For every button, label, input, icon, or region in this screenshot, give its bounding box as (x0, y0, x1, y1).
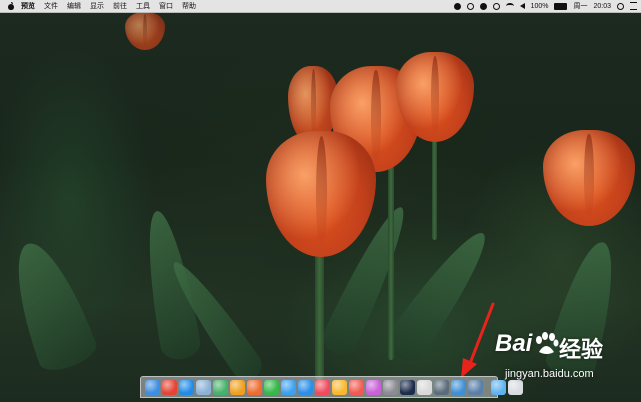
menu-tools[interactable]: 工具 (136, 1, 150, 11)
menu-help[interactable]: 帮助 (182, 1, 196, 11)
tulip-main (266, 131, 376, 257)
tulip-bg (543, 130, 635, 226)
volume-icon[interactable] (519, 3, 525, 9)
battery-icon[interactable] (554, 2, 568, 10)
dock-system-prefs-icon[interactable] (383, 379, 398, 395)
dock-dashboard-icon[interactable] (400, 379, 415, 395)
dock-font-book-icon[interactable] (434, 379, 449, 395)
dock-finder-icon[interactable] (145, 379, 160, 395)
clock-day[interactable]: 周一 (573, 1, 587, 11)
red-arrow-annotation (461, 302, 495, 378)
dock-safari-icon[interactable] (179, 379, 194, 395)
dock-game-center-icon[interactable] (366, 379, 381, 395)
menu-bar: 预览 文件 编辑 显示 前往 工具 窗口 帮助 100% 周一 20:03 (0, 0, 641, 13)
dock-qq-music-icon[interactable] (247, 379, 262, 395)
apple-icon[interactable] (7, 2, 15, 10)
clock-time[interactable]: 20:03 (593, 3, 611, 10)
tulip-bg (125, 12, 165, 50)
notification-list-icon[interactable] (630, 2, 637, 10)
watermark-brand: Bai (495, 330, 533, 357)
battery-percent[interactable]: 100% (531, 3, 549, 10)
menu-view[interactable]: 显示 (90, 1, 104, 11)
bluetooth-icon[interactable] (492, 2, 500, 10)
menu-window[interactable]: 窗口 (159, 1, 173, 11)
spotlight-icon[interactable] (617, 2, 624, 10)
baidu-jingyan-watermark: Bai 经验 jingyan.baidu.com (495, 330, 635, 390)
stem (432, 130, 437, 240)
status-area: 100% 周一 20:03 (453, 0, 637, 12)
dock-display-app-icon[interactable] (468, 379, 483, 395)
menu-file[interactable]: 文件 (44, 1, 58, 11)
dock-calendar-icon[interactable] (349, 379, 364, 395)
baidu-paw-icon (536, 332, 559, 354)
dock-butterfly-app-icon[interactable] (230, 379, 245, 395)
watermark-brand-cn: 经验 (559, 337, 604, 362)
info-icon[interactable] (479, 2, 487, 10)
dock-preview-photo-icon[interactable] (196, 379, 211, 395)
watermark-url: jingyan.baidu.com (505, 368, 594, 380)
screen-record-icon[interactable] (453, 2, 461, 10)
dock (140, 376, 523, 398)
dock-chrome-icon[interactable] (162, 379, 177, 395)
stem (315, 240, 324, 380)
menu-go[interactable]: 前往 (113, 1, 127, 11)
dock-airplane-app-icon[interactable] (451, 379, 466, 395)
timemachine-icon[interactable] (466, 2, 474, 10)
dock-music-icon[interactable] (315, 379, 330, 395)
dock-photos-icon[interactable] (332, 379, 347, 395)
stem (388, 160, 394, 360)
dock-wechat-icon[interactable] (264, 379, 279, 395)
dock-app-store-icon[interactable] (298, 379, 313, 395)
leaf (0, 233, 101, 377)
wifi-icon[interactable] (505, 3, 514, 9)
menu-app-name[interactable]: 预览 (21, 1, 35, 11)
dock-messages-icon[interactable] (281, 379, 296, 395)
dock-textedit-icon[interactable] (417, 379, 432, 395)
dock-clover-app-icon[interactable] (213, 379, 228, 395)
menu-edit[interactable]: 编辑 (67, 1, 81, 11)
